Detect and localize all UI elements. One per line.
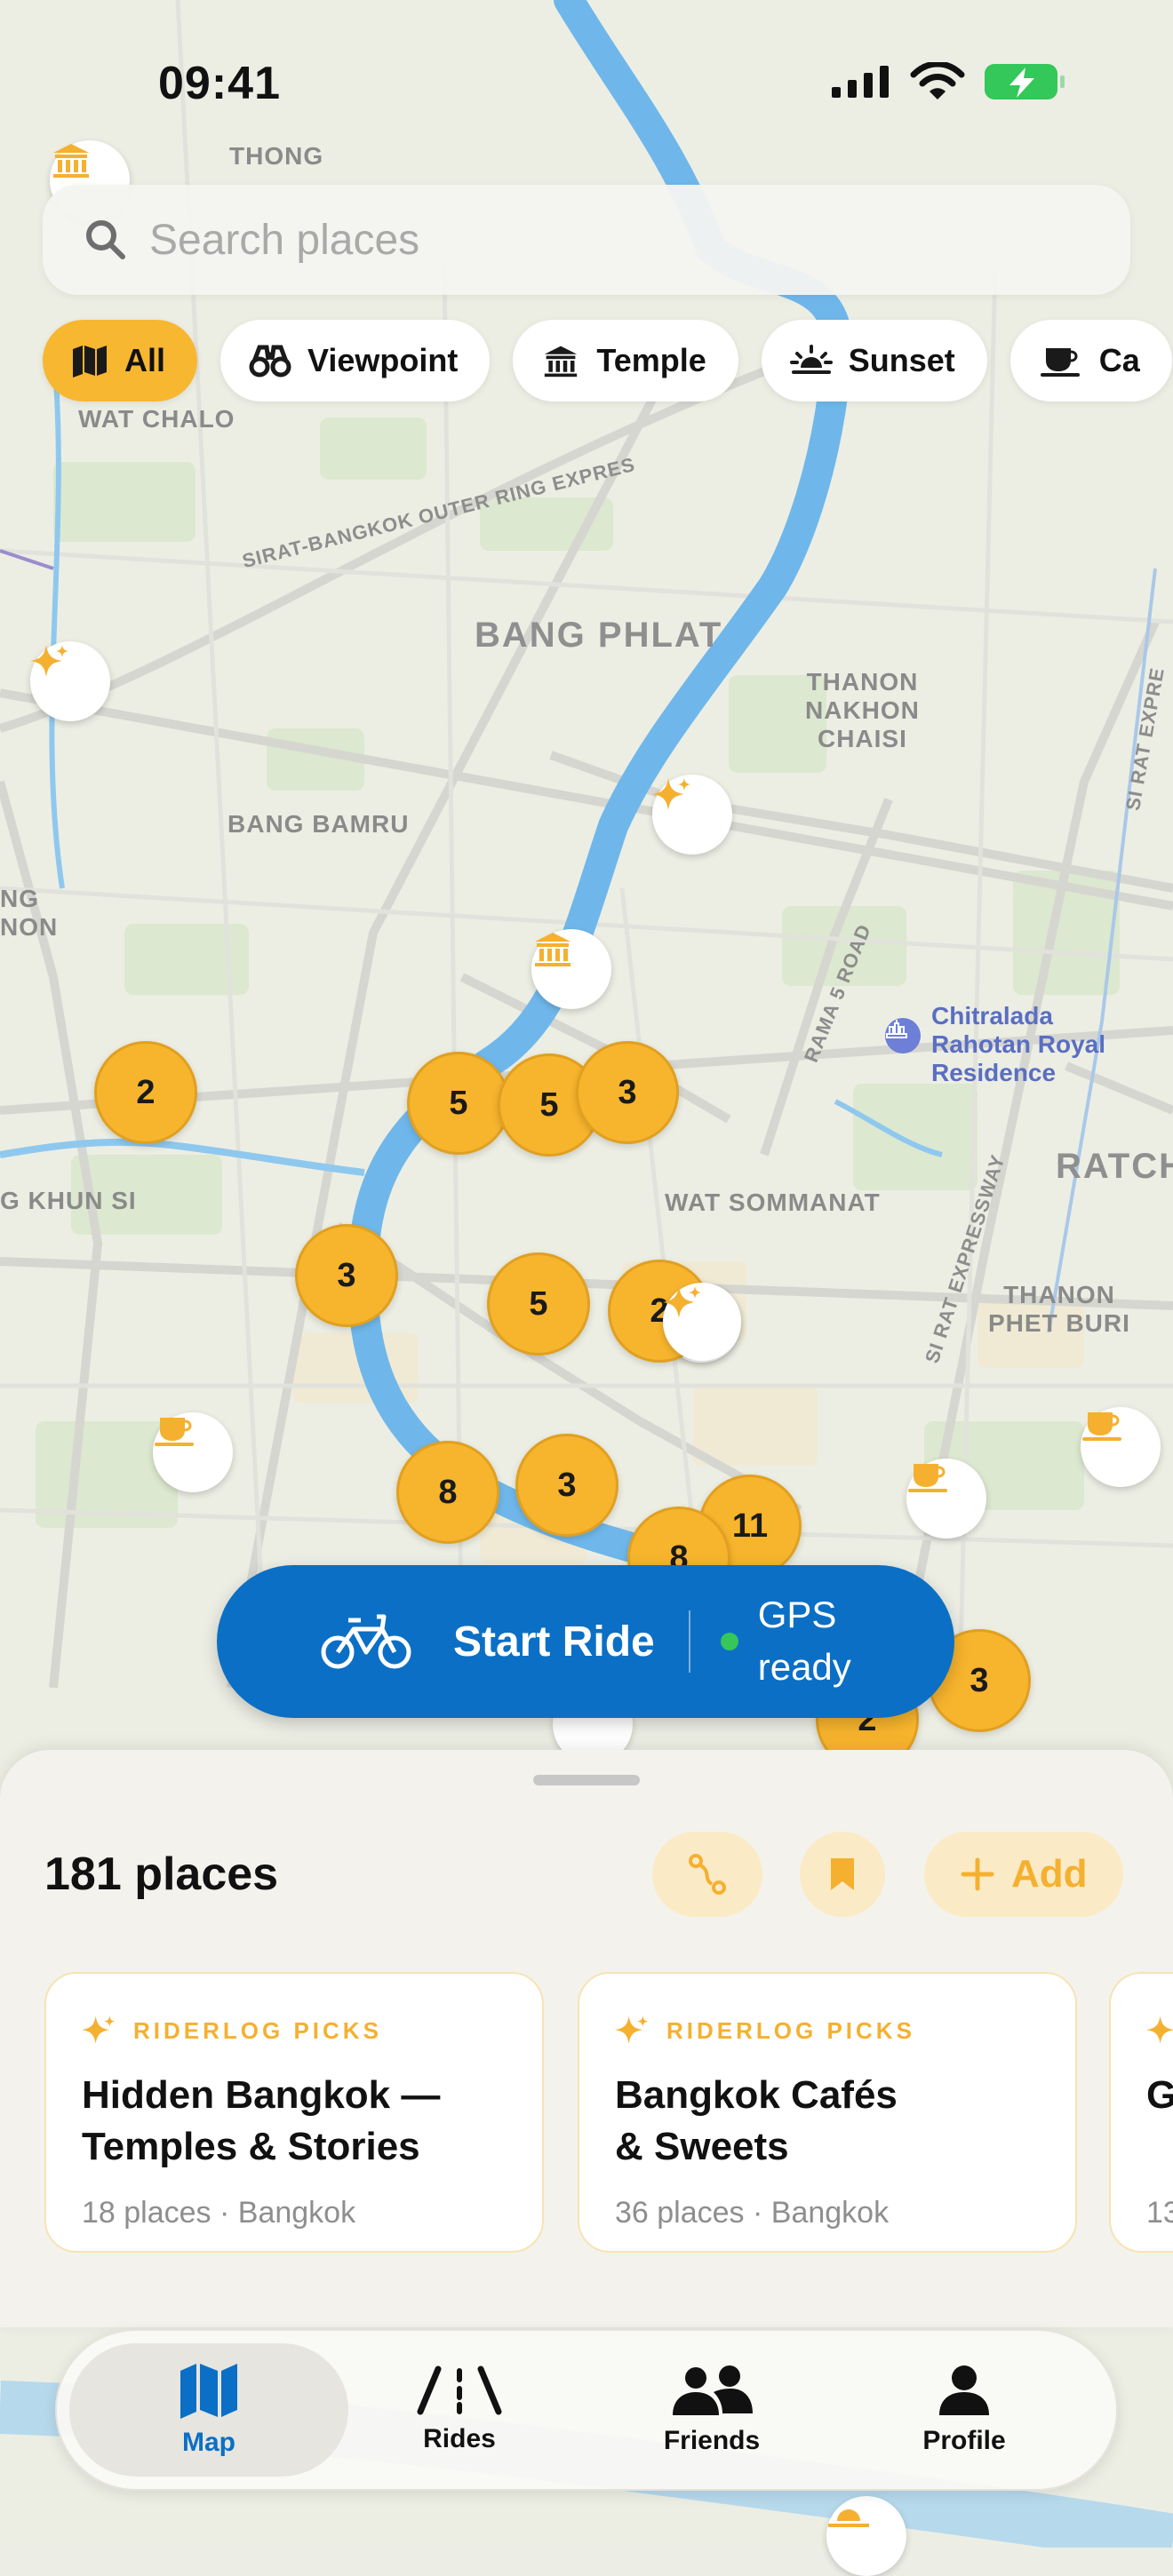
map-label: RATCH (1056, 1147, 1173, 1186)
map-label: WAT SOMMANAT (665, 1189, 881, 1216)
map-label: Chitralada Rahotan Royal Residence (931, 1002, 1106, 1087)
sparkle-icon (663, 1286, 701, 1318)
tab-map[interactable]: Map (69, 2343, 348, 2477)
cluster-marker[interactable]: 3 (295, 1224, 398, 1327)
cluster-marker[interactable]: 2 (94, 1041, 197, 1144)
filter-chips: All Viewpoint Temple Sunset Ca (43, 320, 1172, 402)
cluster-marker[interactable]: 3 (576, 1041, 679, 1144)
sparkle-icon (30, 645, 68, 677)
signal-icon (832, 66, 889, 98)
sparkle-icon (1146, 2015, 1173, 2044)
places-count: 181 places (44, 1849, 279, 1900)
temple-pin[interactable] (531, 929, 611, 1009)
cluster-marker[interactable]: 3 (515, 1434, 618, 1537)
filter-chip-cafe[interactable]: Ca (1009, 320, 1172, 402)
sparkle-pin[interactable] (663, 1283, 741, 1361)
card-meta: 18 places · Bangkok (82, 2196, 356, 2230)
wifi-icon (910, 62, 965, 99)
cafe-pin[interactable] (1081, 1407, 1161, 1487)
collection-card[interactable]: G 13 (1109, 1972, 1173, 2253)
route-icon (689, 1854, 726, 1895)
card-meta: 13 (1146, 2196, 1173, 2230)
filter-chip-temple[interactable]: Temple (513, 320, 738, 402)
sparkle-pin[interactable] (30, 641, 110, 721)
road-icon (417, 2365, 502, 2415)
filter-chip-viewpoint[interactable]: Viewpoint (220, 320, 491, 402)
route-button[interactable] (652, 1832, 762, 1917)
cafe-icon (1040, 348, 1080, 377)
filter-chip-sunset[interactable]: Sunset (761, 320, 987, 402)
cafe-icon (155, 1418, 194, 1446)
cluster-marker[interactable]: 5 (487, 1252, 590, 1356)
map-label: WAT CHALO (78, 405, 235, 433)
map-label: THANON NAKHON CHAISI (805, 668, 920, 753)
map-icon (73, 346, 107, 378)
sparkle-pin[interactable] (652, 775, 732, 855)
collection-card[interactable]: RIDERLOG PICKS Bangkok Cafés & Sweets 36… (578, 1972, 1077, 2253)
sparkle-icon (615, 2015, 649, 2044)
search-bar[interactable]: Search places (43, 185, 1130, 295)
map-label: THANON PHET BURI (988, 1281, 1130, 1338)
places-sheet[interactable]: 181 places Add RIDERLOG PICKS Hidden Ban… (0, 1750, 1173, 2327)
search-icon (86, 220, 125, 259)
bookmark-icon (831, 1858, 854, 1890)
cluster-marker[interactable]: 8 (396, 1441, 499, 1544)
battery-charging-icon (985, 64, 1065, 99)
start-ride-button[interactable]: Start Ride GPS ready (217, 1565, 954, 1718)
gps-status: GPS ready (757, 1594, 851, 1688)
sunset-pin[interactable] (826, 2496, 906, 2576)
palace-icon (885, 1018, 921, 1053)
cafe-pin[interactable] (906, 1459, 986, 1538)
temple-icon (545, 346, 578, 378)
map-label: BANG BAMRU (227, 810, 410, 838)
bicycle-icon (321, 1614, 411, 1669)
map-label: BANG PHLAT (475, 616, 723, 655)
filter-chip-all[interactable]: All (43, 320, 198, 402)
cafe-icon (908, 1464, 947, 1492)
status-time: 09:41 (158, 58, 281, 109)
tab-rides[interactable]: Rides (320, 2343, 599, 2477)
card-meta: 36 places · Bangkok (615, 2196, 890, 2230)
map-label: G KHUN SI (0, 1187, 137, 1214)
tab-profile[interactable]: Profile (825, 2343, 1104, 2477)
sparkle-icon (652, 778, 690, 810)
card-title: Bangkok Cafés & Sweets (615, 2073, 898, 2169)
cafe-icon (1082, 1412, 1121, 1441)
collection-card[interactable]: RIDERLOG PICKS Hidden Bangkok — Temples … (44, 1972, 544, 2253)
card-title: G (1146, 2070, 1173, 2121)
card-title: Hidden Bangkok — Temples & Stories (82, 2073, 441, 2169)
tab-bar: Map Rides Friends Profile (55, 2329, 1118, 2491)
map-icon (180, 2364, 237, 2419)
gps-status-dot (720, 1633, 738, 1650)
search-input[interactable]: Search places (149, 216, 419, 265)
sparkle-icon (82, 2015, 116, 2044)
sunset-icon (789, 345, 833, 374)
saved-button[interactable] (800, 1832, 885, 1917)
map-label: NG NON (0, 885, 59, 942)
sheet-grabber[interactable] (533, 1775, 640, 1785)
profile-icon (939, 2365, 989, 2415)
cluster-marker[interactable]: 5 (407, 1052, 510, 1155)
friends-icon (673, 2365, 753, 2415)
sunset-icon (828, 2509, 869, 2527)
plus-icon (961, 1857, 994, 1891)
tab-friends[interactable]: Friends (572, 2343, 851, 2477)
status-bar: 09:41 (0, 0, 1173, 169)
temple-icon (535, 933, 571, 966)
cafe-pin[interactable] (153, 1412, 233, 1492)
card-kicker: RIDERLOG PICKS (133, 2016, 382, 2044)
add-place-button[interactable]: Add (924, 1832, 1123, 1917)
card-kicker: RIDERLOG PICKS (666, 2016, 915, 2044)
binoculars-icon (249, 345, 291, 378)
start-ride-label: Start Ride (453, 1618, 655, 1666)
